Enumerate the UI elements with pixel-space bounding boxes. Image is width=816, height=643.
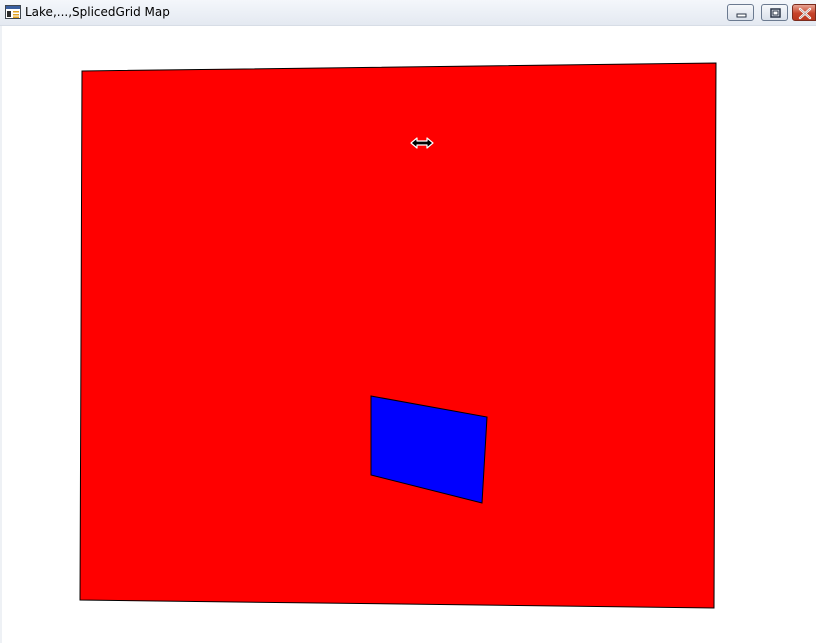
map-canvas[interactable] [0, 26, 816, 643]
window-title: Lake,...,SplicedGrid Map [25, 5, 170, 19]
minimize-button[interactable] [727, 4, 754, 21]
close-icon [798, 7, 812, 20]
close-button[interactable] [792, 4, 816, 21]
map-window: Lake,...,SplicedGrid Map [0, 0, 816, 643]
restore-button[interactable] [761, 4, 788, 21]
app-icon[interactable] [5, 5, 21, 19]
title-bar[interactable]: Lake,...,SplicedGrid Map [0, 0, 816, 26]
outer-polygon[interactable] [79, 62, 717, 609]
horizontal-resize-cursor-icon [410, 137, 434, 149]
restore-icon [770, 8, 781, 18]
minimize-icon [736, 13, 747, 18]
